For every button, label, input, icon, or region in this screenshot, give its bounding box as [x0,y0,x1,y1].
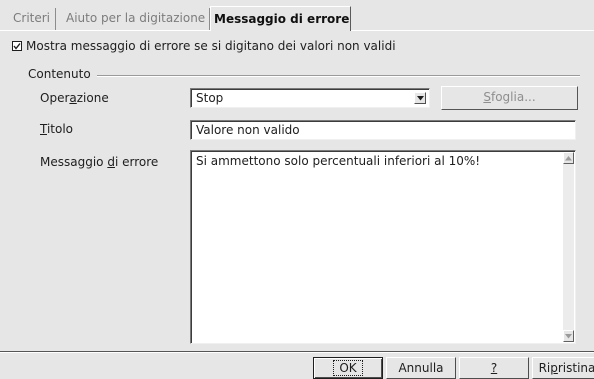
messaggio-errore-value: Si ammettono solo percentuali inferiori … [196,154,481,168]
operazione-label: Operazione [40,91,109,105]
ok-button-label: OK [333,360,363,376]
titolo-value: Valore non valido [196,123,300,137]
operazione-dropdown[interactable]: Stop [190,88,430,108]
dropdown-toggle-button[interactable] [414,92,426,104]
chevron-down-icon [417,96,424,101]
button-bar-separator [0,351,594,353]
tab-bar: Criteri Aiuto per la digitazione Messagg… [0,0,594,31]
ripristina-button[interactable]: Ripristina [532,357,594,379]
titolo-input[interactable]: Valore non valido [190,120,576,140]
sfoglia-button[interactable]: Sfoglia... [441,86,578,110]
tab-messaggio-errore[interactable]: Messaggio di errore [210,6,351,31]
help-button[interactable]: ? [459,357,529,379]
scroll-up-button[interactable] [563,152,574,164]
operazione-value: Stop [196,91,224,105]
contenuto-group-label: Contenuto [28,67,91,81]
messaggio-errore-textarea[interactable]: Si ammettono solo percentuali inferiori … [190,150,576,344]
scroll-down-button[interactable] [563,330,574,342]
contenuto-group-separator [97,75,580,77]
titolo-label: Titolo [40,122,74,136]
annulla-button[interactable]: Annulla [386,357,456,379]
checkmark-icon [12,41,22,51]
messaggio-errore-label: Messaggio di errore [40,155,159,169]
show-error-checkbox[interactable] [12,41,22,51]
arrow-down-icon [565,334,572,339]
arrow-up-icon [565,156,572,161]
vertical-scrollbar[interactable] [563,152,574,342]
show-error-checkbox-label: Mostra messaggio di errore se si digitan… [26,39,396,53]
ok-button[interactable]: OK [313,357,383,379]
tab-criteri[interactable]: Criteri [4,8,56,30]
tab-aiuto-digitazione[interactable]: Aiuto per la digitazione [56,8,210,30]
